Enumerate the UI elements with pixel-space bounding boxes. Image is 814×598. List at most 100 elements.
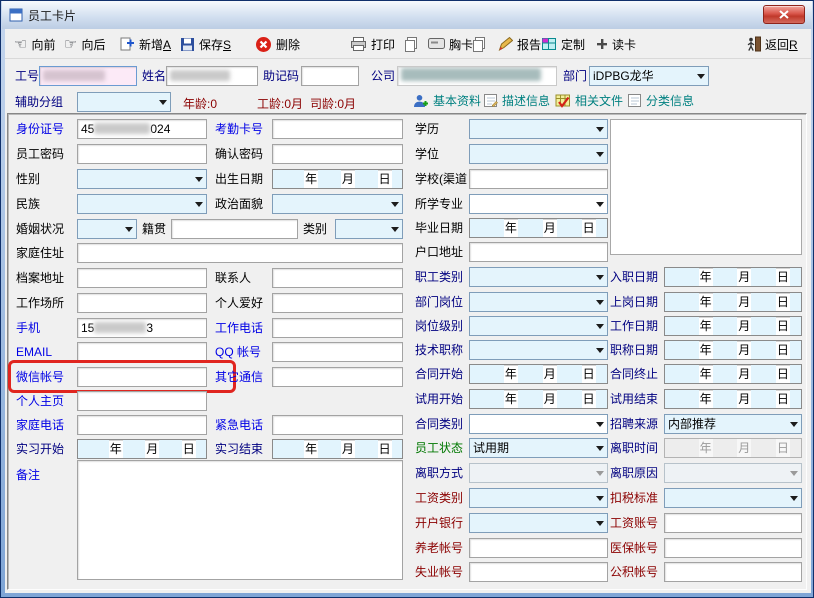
remarks-textarea[interactable]	[77, 460, 403, 580]
dept-dropdown[interactable]: iDPBG龙华	[589, 66, 709, 86]
forward-button[interactable]: ☞向后	[62, 32, 107, 56]
badge-preview-button[interactable]	[469, 32, 489, 56]
close-button[interactable]	[763, 5, 805, 24]
label-emp-status: 员工状态	[415, 441, 463, 455]
intern-end-date-field[interactable]: 年月日	[272, 439, 403, 459]
hire-date-field[interactable]: 年月日	[664, 267, 802, 287]
bank-dropdown[interactable]	[469, 513, 608, 533]
photo-box[interactable]	[610, 119, 802, 255]
tenure-text: 工龄:0月	[257, 95, 303, 112]
password-input[interactable]	[77, 144, 207, 164]
school-input[interactable]	[469, 169, 608, 189]
new-button[interactable]: 新增A	[117, 32, 173, 56]
tax-standard-dropdown[interactable]	[664, 488, 802, 508]
year-unit: 年	[109, 440, 123, 458]
view-files-label: 相关文件	[575, 92, 623, 109]
fund-account-input[interactable]	[664, 562, 802, 582]
marital-dropdown[interactable]	[77, 219, 137, 239]
category-dropdown[interactable]	[335, 219, 403, 239]
qq-input[interactable]	[272, 342, 403, 362]
political-dropdown[interactable]	[272, 194, 403, 214]
native-place-input[interactable]	[171, 219, 298, 239]
pension-account-input[interactable]	[469, 538, 608, 558]
label-intern-start: 实习开始	[16, 442, 64, 456]
confirm-password-input[interactable]	[272, 144, 403, 164]
pages-icon	[403, 36, 419, 52]
company-input[interactable]	[397, 66, 557, 86]
salary-type-dropdown[interactable]	[469, 488, 608, 508]
date-segment	[273, 440, 304, 458]
trial-end-date-field[interactable]: 年月日	[664, 389, 802, 409]
post-level-dropdown[interactable]	[469, 316, 608, 336]
ethnicity-dropdown[interactable]	[77, 194, 207, 214]
contact-input[interactable]	[272, 268, 403, 288]
workplace-input[interactable]	[77, 293, 207, 313]
back-button[interactable]: ☜向前	[12, 32, 57, 56]
onboard-date-field[interactable]: 年月日	[664, 292, 802, 312]
return-button[interactable]: 返回R	[745, 32, 800, 56]
dept-post-dropdown[interactable]	[469, 292, 608, 312]
intern-start-date-field[interactable]: 年月日	[77, 439, 207, 459]
work-date-field[interactable]: 年月日	[664, 316, 802, 336]
delete-button[interactable]: 删除	[253, 32, 302, 56]
id-card-input[interactable]: 45024	[77, 119, 207, 139]
education-dropdown[interactable]	[469, 119, 608, 139]
homepage-input[interactable]	[77, 391, 207, 411]
customize-button[interactable]: 定制	[539, 32, 587, 56]
save-button[interactable]: 保存S	[178, 32, 233, 56]
view-description-info[interactable]: 描述信息	[483, 92, 550, 109]
email-input[interactable]	[77, 342, 207, 362]
home-address-input[interactable]	[77, 243, 403, 263]
hukou-input[interactable]	[469, 242, 608, 262]
grad-date-field[interactable]: 年月日	[469, 218, 608, 238]
attendance-card-input[interactable]	[272, 119, 403, 139]
contract-start-date-field[interactable]: 年月日	[469, 364, 608, 384]
contract-type-dropdown[interactable]	[469, 414, 608, 434]
trial-start-date-field[interactable]: 年月日	[469, 389, 608, 409]
print-button[interactable]: 打印	[348, 32, 397, 56]
birth-date-field[interactable]: 年月日	[272, 169, 403, 189]
view-category-info[interactable]: 分类信息	[627, 92, 694, 109]
view-basic-info[interactable]: 基本资料	[413, 92, 481, 109]
name-input[interactable]	[166, 66, 258, 86]
other-comm-input[interactable]	[272, 367, 403, 387]
chevron-down-icon	[592, 439, 607, 457]
degree-dropdown[interactable]	[469, 144, 608, 164]
contract-end-date-field[interactable]: 年月日	[664, 364, 802, 384]
emp-status-dropdown[interactable]: 试用期	[469, 438, 608, 458]
mnemonic-input[interactable]	[301, 66, 359, 86]
title-date-field[interactable]: 年月日	[664, 340, 802, 360]
print-preview-button[interactable]	[401, 32, 421, 56]
mobile-input[interactable]: 153	[77, 318, 207, 338]
badge-button[interactable]: 胸卡	[426, 32, 475, 56]
staff-type-dropdown[interactable]	[469, 267, 608, 287]
work-phone-input[interactable]	[272, 318, 403, 338]
date-segment	[665, 390, 699, 408]
view-related-files[interactable]: 相关文件	[555, 92, 623, 109]
date-segment	[790, 365, 801, 383]
archive-address-input[interactable]	[77, 268, 207, 288]
major-dropdown[interactable]	[469, 194, 608, 214]
gender-dropdown[interactable]	[77, 169, 207, 189]
home-phone-input[interactable]	[77, 415, 207, 435]
date-segment	[557, 365, 582, 383]
salary-account-input[interactable]	[664, 513, 802, 533]
recruit-source-dropdown[interactable]: 内部推荐	[664, 414, 802, 434]
label-salary-type: 工资类别	[415, 491, 463, 505]
medical-account-input[interactable]	[664, 538, 802, 558]
hobby-input[interactable]	[272, 293, 403, 313]
year-unit: 年	[699, 390, 713, 408]
tech-title-dropdown[interactable]	[469, 340, 608, 360]
chevron-down-icon	[387, 195, 402, 213]
report-button[interactable]: 报告	[495, 32, 543, 56]
read-card-button[interactable]: 读卡	[594, 32, 638, 56]
chevron-down-icon	[121, 220, 136, 238]
emp-no-input[interactable]	[39, 66, 137, 86]
label-archive-address: 档案地址	[16, 271, 64, 285]
wechat-input[interactable]	[77, 367, 207, 387]
unemployment-account-input[interactable]	[469, 562, 608, 582]
date-segment	[713, 365, 738, 383]
emergency-phone-input[interactable]	[272, 415, 403, 435]
aux-group-dropdown[interactable]	[77, 92, 171, 112]
label-work-date: 工作日期	[610, 319, 658, 333]
